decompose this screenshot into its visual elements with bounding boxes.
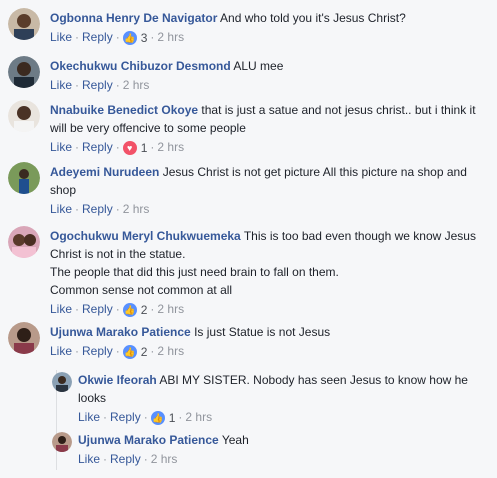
separator: · <box>75 30 80 44</box>
timestamp[interactable]: 2 hrs <box>151 452 178 466</box>
comment-text-line: Common sense not common at all <box>50 283 233 297</box>
separator: · <box>75 140 80 154</box>
separator: · <box>103 452 108 466</box>
reply-link[interactable]: Reply <box>82 30 113 44</box>
comment-text: ALU mee <box>233 59 284 73</box>
like-link[interactable]: Like <box>50 202 72 216</box>
comment-text-line: The people that did this just need brain… <box>50 265 339 279</box>
commenter-name[interactable]: Ogochukwu Meryl Chukwuemeka <box>50 229 241 243</box>
comment-actions: Like · Reply · 2 hrs <box>50 200 493 218</box>
separator: · <box>75 344 80 358</box>
timestamp[interactable]: 2 hrs <box>157 302 184 316</box>
timestamp[interactable]: 2 hrs <box>157 30 184 44</box>
like-icon: 👍 <box>122 302 137 317</box>
comment: Adeyemi Nurudeen Jesus Christ is not get… <box>0 156 497 220</box>
avatar[interactable] <box>8 226 40 258</box>
separator: · <box>150 302 155 316</box>
commenter-name[interactable]: Ogbonna Henry De Navigator <box>50 11 217 25</box>
comment-actions: Like · Reply · ♥ 1 · 2 hrs <box>50 138 493 157</box>
avatar-icon <box>8 100 40 132</box>
commenter-name[interactable]: Ujunwa Marako Patience <box>50 325 191 339</box>
timestamp[interactable]: 2 hrs <box>157 344 184 358</box>
comment-actions: Like · Reply · 👍 3 · 2 hrs <box>50 28 493 47</box>
like-icon: 👍 <box>150 410 165 425</box>
timestamp[interactable]: 2 hrs <box>157 140 184 154</box>
separator: · <box>150 30 155 44</box>
comment-text: Yeah <box>221 433 249 447</box>
comment-actions: Like · Reply · 👍 2 · 2 hrs <box>50 342 493 361</box>
separator: · <box>150 140 155 154</box>
separator: · <box>75 302 80 316</box>
avatar[interactable] <box>8 56 40 88</box>
like-icon: 👍 <box>122 344 137 359</box>
comment-actions: Like · Reply · 2 hrs <box>50 76 493 94</box>
timestamp[interactable]: 2 hrs <box>123 202 150 216</box>
separator: · <box>115 78 120 92</box>
like-link[interactable]: Like <box>50 30 72 44</box>
reaction-count[interactable]: 👍 1 <box>150 409 175 427</box>
separator: · <box>103 410 108 424</box>
separator: · <box>143 452 148 466</box>
reaction-count[interactable]: 👍 3 <box>122 29 147 47</box>
like-link[interactable]: Like <box>50 140 72 154</box>
separator: · <box>143 410 148 424</box>
reply-link[interactable]: Reply <box>82 202 113 216</box>
separator: · <box>115 202 120 216</box>
commenter-name[interactable]: Okwie Ifeorah <box>78 373 157 387</box>
like-link[interactable]: Like <box>50 78 72 92</box>
comment: Ogochukwu Meryl Chukwuemeka This is too … <box>0 220 497 318</box>
avatar[interactable] <box>52 372 72 392</box>
avatar-icon <box>52 372 72 392</box>
separator: · <box>75 78 80 92</box>
commenter-name[interactable]: Okechukwu Chibuzor Desmond <box>50 59 231 73</box>
comment-actions: Like · Reply · 2 hrs <box>78 450 493 468</box>
like-link[interactable]: Like <box>50 344 72 358</box>
reaction-count[interactable]: 👍 2 <box>122 343 147 361</box>
separator: · <box>115 30 120 44</box>
avatar[interactable] <box>8 100 40 132</box>
commenter-name[interactable]: Ujunwa Marako Patience <box>78 433 219 447</box>
separator: · <box>115 140 120 154</box>
avatar[interactable] <box>8 8 40 40</box>
avatar-icon <box>8 162 40 194</box>
avatar[interactable] <box>52 432 72 452</box>
like-link[interactable]: Like <box>78 410 100 424</box>
reply: Okwie Ifeorah ABI MY SISTER. Nobody has … <box>0 366 497 426</box>
like-link[interactable]: Like <box>50 302 72 316</box>
avatar-icon <box>52 432 72 452</box>
like-icon: 👍 <box>122 30 137 45</box>
reply-link[interactable]: Reply <box>82 302 113 316</box>
reply-link[interactable]: Reply <box>82 78 113 92</box>
comment-actions: Like · Reply · 👍 1 · 2 hrs <box>78 408 493 427</box>
like-link[interactable]: Like <box>78 452 100 466</box>
reply-link[interactable]: Reply <box>82 140 113 154</box>
comment: Ujunwa Marako Patience Is just Statue is… <box>0 316 497 366</box>
separator: · <box>115 302 120 316</box>
commenter-name[interactable]: Adeyemi Nurudeen <box>50 165 159 179</box>
reply: Ujunwa Marako Patience Yeah Like · Reply · 2… <box>0 426 497 476</box>
reaction-count[interactable]: ♥ 1 <box>122 139 147 157</box>
separator: · <box>178 410 183 424</box>
timestamp[interactable]: 2 hrs <box>123 78 150 92</box>
avatar-icon <box>8 322 40 354</box>
comment: Ogbonna Henry De Navigator And who told … <box>0 0 497 50</box>
comment-text: And who told you it's Jesus Christ? <box>220 11 406 25</box>
reply-link[interactable]: Reply <box>110 410 141 424</box>
heart-icon: ♥ <box>122 140 137 155</box>
reply-link[interactable]: Reply <box>110 452 141 466</box>
avatar[interactable] <box>8 322 40 354</box>
timestamp[interactable]: 2 hrs <box>185 410 212 424</box>
avatar-icon <box>8 56 40 88</box>
commenter-name[interactable]: Nnabuike Benedict Okoye <box>50 103 198 117</box>
avatar-icon <box>8 8 40 40</box>
avatar[interactable] <box>8 162 40 194</box>
separator: · <box>115 344 120 358</box>
avatar-icon <box>8 226 40 258</box>
comment: Okechukwu Chibuzor Desmond ALU mee Like ·… <box>0 50 497 94</box>
separator: · <box>75 202 80 216</box>
separator: · <box>150 344 155 358</box>
comment-text: Is just Statue is not Jesus <box>194 325 331 339</box>
reply-link[interactable]: Reply <box>82 344 113 358</box>
comment: Nnabuike Benedict Okoye that is just a s… <box>0 94 497 156</box>
